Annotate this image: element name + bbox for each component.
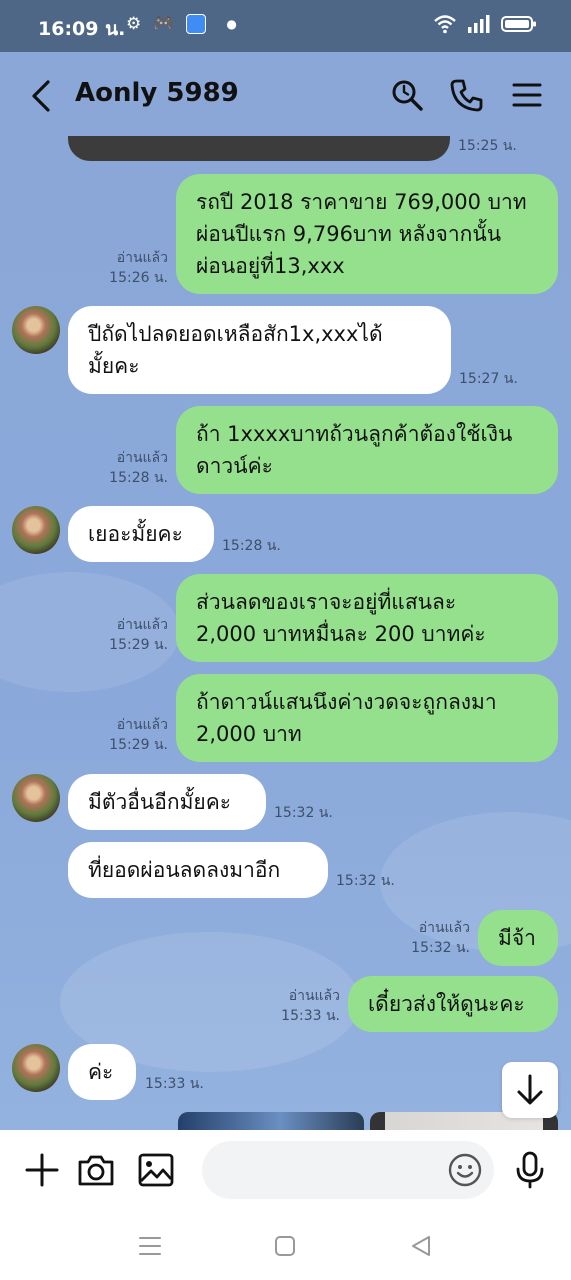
message-time: 15:25 น. (458, 138, 517, 154)
image-message[interactable] (68, 136, 450, 161)
message-time: 15:33 น. (145, 1076, 204, 1092)
outgoing-message-bubble[interactable]: ส่วนลดของเราจะอยู่ที่แสนละ 2,000 บาทหมื่… (176, 574, 558, 662)
message-time: 15:28 น. (222, 538, 281, 554)
outgoing-message-bubble[interactable]: ถ้า 1xxxxบาทถ้วนลูกค้าต้องใช้เงิน ดาวน์ค… (176, 406, 558, 494)
message-time: 15:32 น. (336, 873, 395, 889)
read-receipt: อ่านแล้ว (116, 250, 168, 266)
contact-avatar[interactable] (12, 774, 60, 822)
read-receipt: อ่านแล้ว (116, 617, 168, 633)
gamepad-icon: 🎮 (153, 14, 175, 34)
status-bar: 16:09 น. ⚙ 🎮 ● (0, 0, 571, 52)
incoming-message-bubble[interactable]: ปีถัดไปลดยอดเหลือสัก1x,xxxได้ มั้ยคะ (68, 306, 451, 394)
read-receipt: อ่านแล้ว (418, 920, 470, 936)
incoming-message-bubble[interactable]: เยอะมั้ยคะ (68, 506, 214, 562)
contact-avatar[interactable] (12, 506, 60, 554)
microphone-icon[interactable] (510, 1150, 550, 1190)
system-nav-bar (0, 1210, 571, 1280)
message-time: 15:29 น. (109, 737, 168, 753)
read-receipt: อ่านแล้ว (288, 988, 340, 1004)
wifi-icon (434, 15, 456, 34)
chat-header: Aonly 5989 (0, 52, 571, 138)
status-time: 16:09 น. (38, 18, 126, 40)
message-time: 15:27 น. (459, 371, 518, 387)
contact-avatar[interactable] (12, 306, 60, 354)
outgoing-message-bubble[interactable]: รถปี 2018 ราคาขาย 769,000 บาท ผ่อนปีแรก … (176, 174, 558, 294)
signal-icon (468, 15, 490, 33)
chat-title: Aonly 5989 (75, 78, 239, 108)
add-plus-icon[interactable] (22, 1150, 62, 1190)
read-receipt: อ่านแล้ว (116, 717, 168, 733)
home-icon[interactable] (272, 1233, 298, 1259)
phone-call-icon[interactable] (448, 76, 486, 114)
message-time: 15:32 น. (411, 940, 470, 956)
outgoing-message-bubble[interactable]: มีจ้า (478, 910, 558, 966)
message-time: 15:29 น. (109, 637, 168, 653)
back-triangle-icon[interactable] (408, 1233, 434, 1259)
gallery-image-icon[interactable] (136, 1150, 176, 1190)
settings-gear-icon: ⚙ (126, 14, 142, 34)
message-time: 15:32 น. (274, 805, 333, 821)
battery-icon (501, 16, 536, 32)
arrow-down-icon (517, 1074, 543, 1105)
scroll-to-bottom-button[interactable] (502, 1062, 558, 1118)
message-time: 15:26 น. (109, 270, 168, 286)
message-time: 15:33 น. (281, 1008, 340, 1024)
menu-icon[interactable] (508, 76, 546, 114)
back-arrow-icon[interactable] (28, 78, 54, 114)
outgoing-message-bubble[interactable]: ถ้าดาวน์แสนนึงค่างวดจะถูกลงมา 2,000 บาท (176, 674, 558, 762)
incoming-message-bubble[interactable]: มีตัวอื่นอีกมั้ยคะ (68, 774, 266, 830)
recent-apps-icon[interactable] (137, 1233, 163, 1259)
emoji-icon[interactable] (447, 1152, 483, 1188)
contact-avatar[interactable] (12, 1044, 60, 1092)
message-time: 15:28 น. (109, 470, 168, 486)
chat-area[interactable]: Aonly 5989 15:25 น. รถปี 2018 ราคาขาย 76… (0, 52, 571, 1130)
search-icon[interactable] (388, 76, 426, 114)
image-message[interactable] (178, 1112, 364, 1130)
read-receipt: อ่านแล้ว (116, 450, 168, 466)
dot-icon: ● (226, 17, 237, 31)
incoming-message-bubble[interactable]: ค่ะ (68, 1044, 136, 1100)
outgoing-message-bubble[interactable]: เดี๋ยวส่งให้ดูนะคะ (348, 976, 558, 1032)
camera-icon[interactable] (76, 1150, 116, 1190)
app-notification-icon (186, 14, 207, 34)
incoming-message-bubble[interactable]: ที่ยอดผ่อนลดลงมาอีก (68, 842, 328, 898)
